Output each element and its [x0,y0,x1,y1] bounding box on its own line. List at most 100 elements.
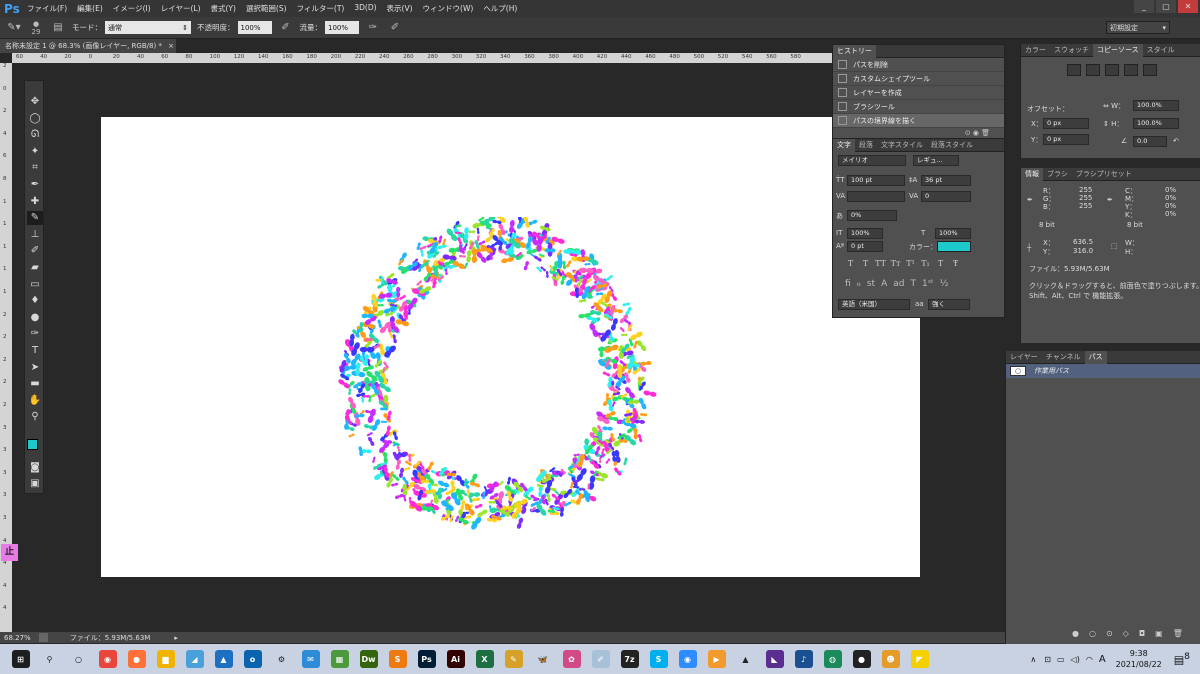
opacity-field[interactable]: 100% [237,21,272,34]
status-icon[interactable] [38,633,48,642]
ime-indicator[interactable]: A [1099,654,1106,665]
font-family-select[interactable]: メイリオ [838,155,906,166]
type-tool-icon[interactable]: T [27,344,43,358]
lasso-tool-icon[interactable]: ᘏ [27,128,43,142]
menu-item-3[interactable]: レイヤー(L) [156,3,206,14]
baseline-field[interactable]: 0 pt [847,241,883,252]
workspace-select[interactable]: 初期設定 ▾ [1106,21,1170,34]
type-style-button[interactable]: T [845,259,856,268]
network-icon[interactable]: ⊡ [1044,655,1051,664]
record-icon[interactable]: ● [852,650,871,668]
app-icon-8[interactable]: ◍ [823,650,842,668]
source-5-button[interactable] [1143,64,1157,76]
eraser-tool-icon[interactable]: ▰ [27,261,43,275]
app-icon-7[interactable]: ◣ [765,650,784,668]
windows-icon[interactable]: ⊞ [11,650,30,668]
airbrush-icon[interactable]: ✐ [278,21,294,35]
tab-properties-0[interactable]: カラー [1021,44,1050,57]
text-color-swatch[interactable] [937,241,971,252]
volume-icon[interactable]: ◁) [1071,655,1080,664]
maximize-button[interactable]: ▢ [1156,0,1176,13]
type-style-button[interactable]: Ŧ [950,259,961,268]
history-item[interactable]: カスタムシェイプツール [833,72,1004,86]
mail-icon[interactable]: ✉ [301,650,320,668]
menu-item-1[interactable]: 編集(E) [72,3,108,14]
quick-select-tool-icon[interactable]: ✦ [27,145,43,159]
fraction-icon[interactable]: ½ [940,279,949,289]
menu-item-5[interactable]: 選択範囲(S) [241,3,292,14]
stroke-path-icon[interactable]: ○ [1089,629,1096,638]
app-icon-5[interactable]: ✐ [591,650,610,668]
tab-history[interactable]: ヒストリー [833,44,876,58]
document-tab[interactable]: 名称未設定 1 @ 68.3% (画像レイヤー, RGB/8) * × [0,39,176,53]
cortana-icon[interactable]: ○ [70,650,88,668]
swash-icon[interactable]: ℴ [857,279,861,289]
zoom-icon[interactable]: ◉ [678,650,697,668]
offset-x-field[interactable]: 0 px [1043,118,1089,129]
antialias-select[interactable]: 強く [928,299,970,310]
type-style-button[interactable]: Tт [890,259,901,268]
mode-select[interactable]: 通常 ⇕ [105,21,191,34]
path-select-tool-icon[interactable]: ➤ [27,361,43,375]
tab-layers-1[interactable]: チャンネル [1042,351,1085,364]
tab-info-1[interactable]: ブラシ [1043,168,1072,181]
dreamweaver-icon[interactable]: Dw [359,650,378,668]
stamp-tool-icon[interactable]: ⊥ [27,228,43,242]
mask-icon[interactable]: ◘ [1139,629,1145,638]
airbrush-toggle-icon[interactable]: ✑ [365,21,381,35]
titling-icon[interactable]: T [910,279,916,289]
delete-path-icon[interactable]: 🗑 [1173,629,1183,638]
app-icon-9[interactable]: ☻ [881,650,900,668]
butterfly-icon[interactable]: 🦋 [534,650,552,668]
tray-arrow-icon[interactable]: ∧ [1030,655,1036,664]
history-item[interactable]: パスの境界線を描く [833,114,1004,128]
tab-properties-3[interactable]: スタイル [1143,44,1179,57]
screen-mode-icon[interactable]: ▣ [27,477,43,491]
play-icon[interactable]: ▸ [174,634,178,642]
brush-tool-icon[interactable]: ✎▾ [6,21,22,35]
stylistic-icon[interactable]: st [867,279,875,289]
angle-field[interactable]: 0.0 [1133,136,1167,147]
excel-icon[interactable]: X [475,650,494,668]
quickmask-icon[interactable]: ◙ [27,461,43,475]
outlook-icon[interactable]: o [243,650,262,668]
tab-info-2[interactable]: ブラシプリセット [1072,168,1136,181]
photos-icon[interactable]: ▲ [214,650,233,668]
firefox-icon[interactable]: ● [127,650,146,668]
alt-icon[interactable]: A [881,279,887,289]
menu-item-9[interactable]: ウィンドウ(W) [418,3,479,14]
ligature-icon[interactable]: fi [845,279,851,289]
type-style-button[interactable]: T [935,259,946,268]
menu-item-6[interactable]: フィルター(T) [292,3,350,14]
horizontal-scale-field[interactable]: 100% [935,228,971,239]
superscript-icon[interactable]: 1ˢᵗ [922,279,934,289]
app-icon-4[interactable]: ✿ [562,650,581,668]
fill-path-icon[interactable]: ● [1072,629,1079,638]
brush-size-picker[interactable]: ● 29 [28,20,44,36]
type-style-button[interactable]: T₁ [920,259,931,268]
skype-icon[interactable]: S [649,650,668,668]
sublime-icon[interactable]: S [388,650,407,668]
vlc-icon[interactable]: ▲ [737,650,755,668]
menu-item-10[interactable]: ヘルプ(H) [478,3,522,14]
eyedropper-tool-icon[interactable]: ✒ [27,178,43,192]
tab-info-0[interactable]: 情報 [1021,167,1043,181]
photoshop-icon[interactable]: Ps [417,650,436,668]
height-field[interactable]: 100.0% [1133,118,1179,129]
pen-tool-icon[interactable]: ✑ [27,327,43,341]
document-canvas[interactable] [101,117,920,577]
hand-tool-icon[interactable]: ✋ [27,394,43,408]
tab-properties-2[interactable]: コピーソース [1093,43,1143,57]
pressure-icon[interactable]: ✐ [387,21,403,35]
tab-properties-1[interactable]: スウォッチ [1050,44,1093,57]
history-item[interactable]: ブラシツール [833,100,1004,114]
clock[interactable]: 9:38 2021/08/22 [1116,648,1162,670]
ordinal-icon[interactable]: ad [893,279,904,289]
new-path-icon[interactable]: ▣ [1155,629,1163,638]
zoom-tool-icon[interactable]: ⚲ [27,410,43,424]
app-icon-3[interactable]: ✎ [504,650,523,668]
app-icon-1[interactable]: ◢ [185,650,204,668]
move-tool-icon[interactable]: ✥ [27,95,43,109]
blur-tool-icon[interactable]: ♦ [27,294,43,308]
type-style-button[interactable]: T [860,259,871,268]
